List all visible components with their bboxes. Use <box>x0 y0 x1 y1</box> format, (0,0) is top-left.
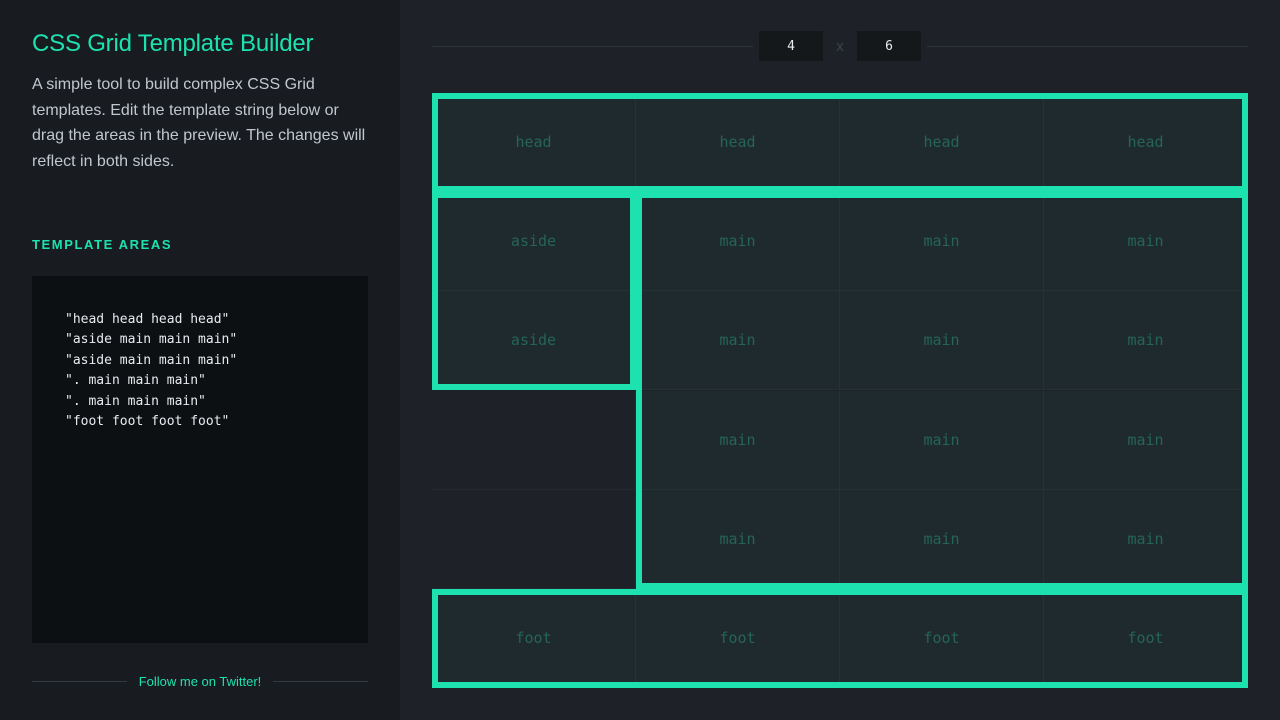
template-line[interactable]: "aside main main main" <box>65 330 335 350</box>
app-title: CSS Grid Template Builder <box>32 30 314 57</box>
dimensions-divider-right <box>927 45 1248 47</box>
template-areas-editor[interactable]: "head head head head" "aside main main ma… <box>32 276 368 643</box>
preview-panel: 4 x 6 head head head head aside main main main a… <box>400 0 1280 720</box>
area-foot[interactable] <box>432 588 1248 688</box>
dimensions-separator: x <box>836 37 844 55</box>
template-line[interactable]: "aside main main main" <box>65 351 335 371</box>
area-head[interactable] <box>432 93 1248 193</box>
sidebar: CSS Grid Template Builder A simple tool … <box>0 0 400 720</box>
area-aside[interactable] <box>432 192 636 391</box>
grid-cell-empty[interactable] <box>432 489 636 589</box>
dimensions-divider-left <box>432 45 753 47</box>
rows-input[interactable]: 6 <box>857 31 921 61</box>
grid-dimensions-row: 4 x 6 <box>432 31 1248 61</box>
template-line[interactable]: ". main main main" <box>65 371 335 391</box>
grid-preview: head head head head aside main main main aside ma… <box>432 93 1248 688</box>
template-line[interactable]: "foot foot foot foot" <box>65 412 335 432</box>
columns-input[interactable]: 4 <box>759 31 823 61</box>
template-line[interactable]: "head head head head" <box>65 310 335 330</box>
twitter-link[interactable]: Follow me on Twitter! <box>139 674 262 689</box>
template-areas-label: TEMPLATE AREAS <box>32 237 173 252</box>
footer-divider-left <box>32 680 127 682</box>
grid-cell-empty[interactable] <box>432 390 636 490</box>
app-description: A simple tool to build complex CSS Grid … <box>32 76 366 170</box>
footer-divider-right <box>273 680 368 682</box>
template-line[interactable]: ". main main main" <box>65 392 335 412</box>
footer-link-row: Follow me on Twitter! <box>32 672 368 690</box>
area-main[interactable] <box>636 192 1248 589</box>
